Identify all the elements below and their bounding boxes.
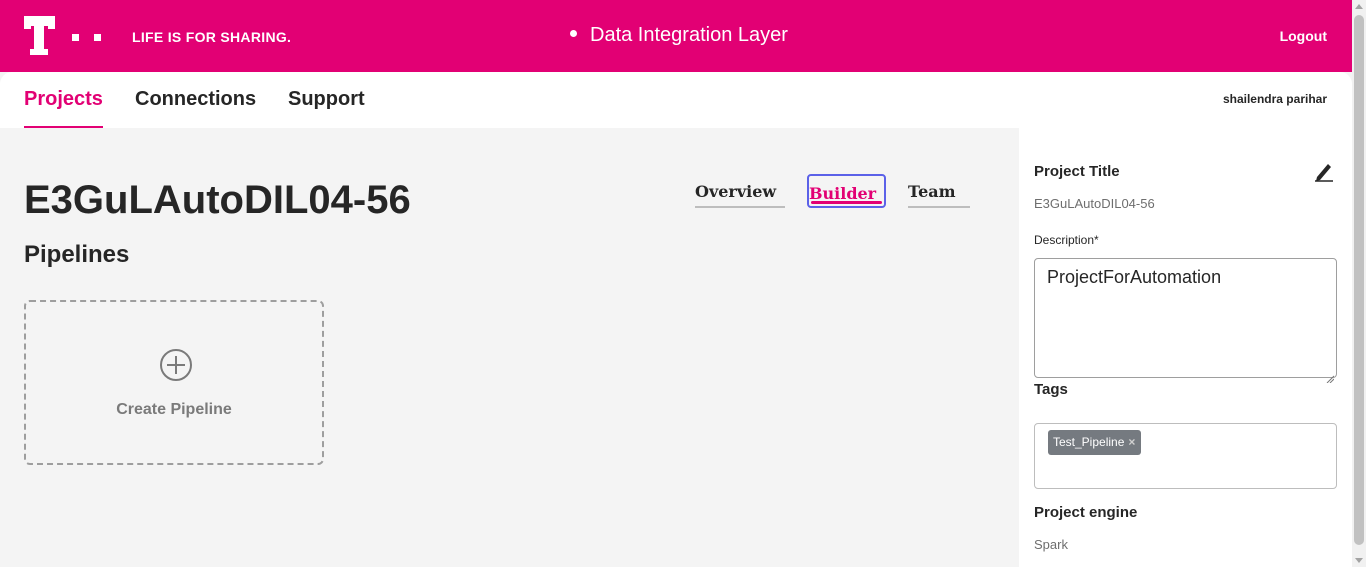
project-engine-label: Project engine bbox=[1034, 504, 1138, 521]
tab-team[interactable]: Team bbox=[908, 174, 970, 208]
tags-label: Tags bbox=[1034, 381, 1068, 398]
pipelines-heading: Pipelines bbox=[24, 241, 130, 268]
scrollbar-thumb[interactable] bbox=[1354, 15, 1364, 545]
brand-tagline: LIFE IS FOR SHARING. bbox=[132, 29, 292, 45]
nav-item-connections[interactable]: Connections bbox=[135, 88, 256, 128]
app-title-text: Data Integration Layer bbox=[590, 24, 788, 46]
scroll-up-arrow-icon[interactable] bbox=[1355, 4, 1363, 9]
pencil-icon[interactable] bbox=[1313, 160, 1335, 182]
app-title: Data Integration Layer bbox=[570, 24, 788, 47]
project-engine-value: Spark bbox=[1034, 537, 1068, 552]
active-tab-indicator bbox=[811, 201, 882, 204]
tag-chip: Test_Pipeline × bbox=[1048, 430, 1142, 455]
tags-input[interactable]: Test_Pipeline × bbox=[1034, 423, 1337, 489]
tab-overview[interactable]: Overview bbox=[695, 174, 785, 208]
tag-remove-icon[interactable]: × bbox=[1128, 435, 1135, 449]
current-user-name[interactable]: shailendra parihar bbox=[1223, 92, 1327, 106]
page-title: E3GuLAutoDIL04-56 bbox=[24, 178, 411, 222]
nav-item-support[interactable]: Support bbox=[288, 88, 365, 128]
resize-grip-icon[interactable] bbox=[1326, 367, 1335, 384]
description-label: Description* bbox=[1034, 233, 1099, 247]
page-scrollbar[interactable] bbox=[1352, 0, 1366, 567]
main-content: E3GuLAutoDIL04-56 Pipelines Overview Bui… bbox=[0, 128, 1019, 567]
nav-item-projects[interactable]: Projects bbox=[24, 88, 103, 128]
top-header-bar: LIFE IS FOR SHARING. Data Integration La… bbox=[0, 0, 1352, 72]
description-value: ProjectForAutomation bbox=[1047, 267, 1222, 287]
telekom-t-logo-icon[interactable] bbox=[24, 16, 104, 56]
tab-builder[interactable]: Builder bbox=[807, 174, 886, 208]
tag-chip-label: Test_Pipeline bbox=[1053, 435, 1125, 449]
scroll-down-arrow-icon[interactable] bbox=[1355, 558, 1363, 563]
logout-button[interactable]: Logout bbox=[1280, 28, 1327, 44]
bullet-dot-icon bbox=[570, 30, 577, 38]
create-pipeline-button[interactable]: Create Pipeline bbox=[24, 300, 324, 465]
description-textarea[interactable]: ProjectForAutomation bbox=[1034, 258, 1337, 384]
project-title-label: Project Title bbox=[1034, 163, 1120, 180]
project-title-value: E3GuLAutoDIL04-56 bbox=[1034, 196, 1155, 211]
plus-circle-icon bbox=[159, 348, 193, 382]
project-details-panel: Project Title E3GuLAutoDIL04-56 Descript… bbox=[1019, 128, 1352, 567]
create-pipeline-label: Create Pipeline bbox=[116, 401, 232, 418]
main-nav: Projects Connections Support shailendra … bbox=[0, 72, 1352, 128]
